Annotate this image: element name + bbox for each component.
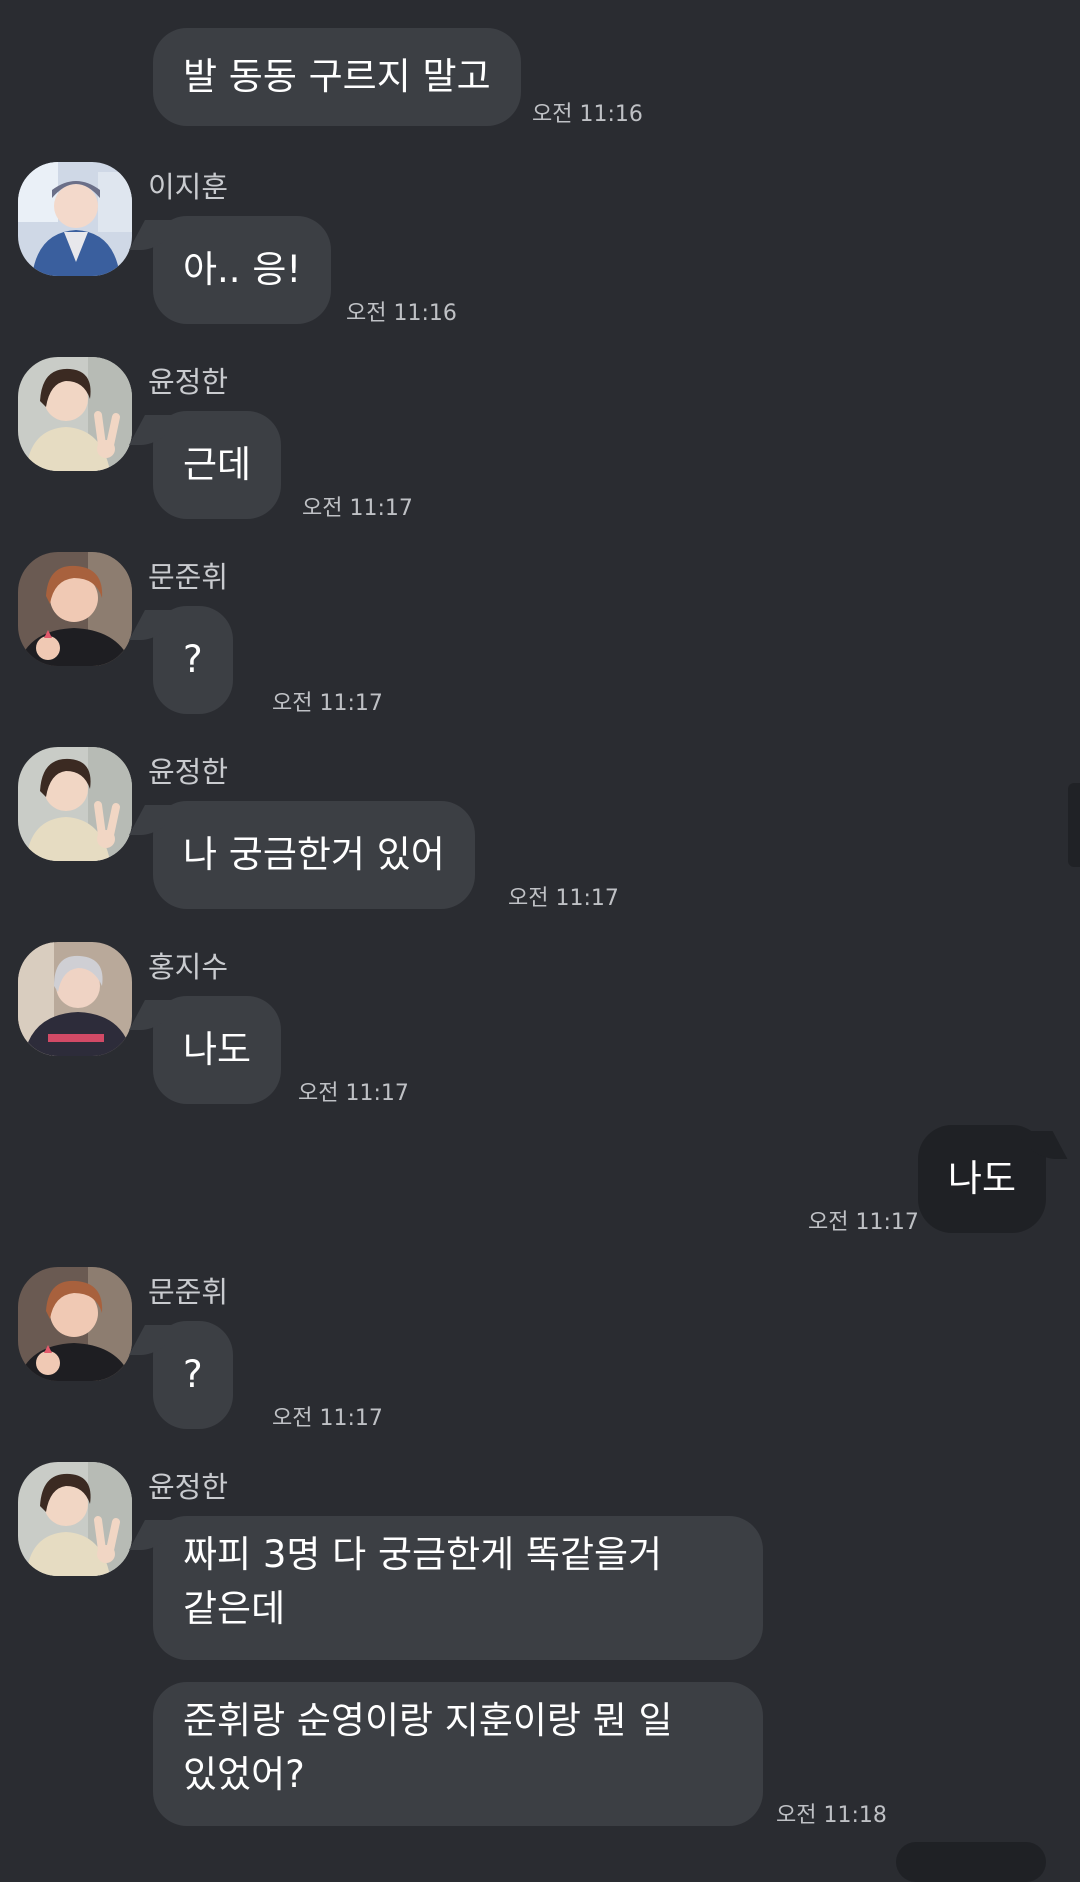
message-text-line: 있었어?	[183, 1753, 305, 1796]
message-time: 오전 11:17	[302, 496, 413, 521]
message-text: 근데	[183, 443, 252, 486]
jihoon-avatar[interactable]	[18, 162, 132, 276]
message-time: 오전 11:17	[508, 886, 619, 911]
message-time: 오전 11:17	[272, 691, 383, 716]
sender-name: 윤정한	[148, 755, 229, 789]
jisoo-avatar[interactable]	[18, 942, 132, 1056]
message-bubble[interactable]: 근데	[153, 411, 282, 519]
sender-name: 홍지수	[148, 950, 229, 984]
sender-name: 이지훈	[148, 170, 229, 204]
message-text: 발 동동 구르지 말고	[183, 55, 491, 98]
message-bubble[interactable]: 준휘랑 순영이랑 지훈이랑 뭔 일 있었어?	[153, 1682, 763, 1826]
junhui-avatar[interactable]	[18, 552, 132, 666]
message-text-line: 준휘랑 순영이랑 지훈이랑 뭔 일	[183, 1699, 673, 1742]
message-text: 나 궁금한거 있어	[183, 833, 445, 876]
message-bubble[interactable]: 나도	[153, 996, 282, 1104]
jeonghan-avatar[interactable]	[18, 357, 132, 471]
message-text: ?	[183, 1353, 203, 1396]
message-time: 오전 11:17	[808, 1210, 919, 1235]
my-message-bubble[interactable]	[896, 1842, 1046, 1882]
message-time: 오전 11:17	[272, 1406, 383, 1431]
sender-name: 윤정한	[148, 1470, 229, 1504]
sender-name: 문준휘	[148, 1275, 229, 1309]
message-text: ?	[183, 638, 203, 681]
message-text-line: 짜피 3명 다 궁금한게 똑같을거	[183, 1533, 663, 1576]
jeonghan-avatar[interactable]	[18, 747, 132, 861]
message-time: 오전 11:16	[532, 102, 643, 127]
message-bubble[interactable]: ?	[153, 1321, 233, 1429]
message-bubble[interactable]: 나 궁금한거 있어	[153, 801, 475, 909]
message-text-line: 같은데	[183, 1587, 286, 1630]
message-bubble[interactable]: 발 동동 구르지 말고	[153, 28, 521, 126]
message-bubble[interactable]: 아.. 응!	[153, 216, 332, 324]
message-time: 오전 11:18	[776, 1803, 887, 1828]
message-text: 나도	[947, 1157, 1016, 1200]
junhui-avatar[interactable]	[18, 1267, 132, 1381]
sender-name: 윤정한	[148, 365, 229, 399]
message-time: 오전 11:17	[298, 1081, 409, 1106]
message-bubble[interactable]: 짜피 3명 다 궁금한게 똑같을거 같은데	[153, 1516, 763, 1660]
my-message-bubble[interactable]: 나도	[917, 1125, 1046, 1233]
sender-name: 문준휘	[148, 560, 229, 594]
jeonghan-avatar[interactable]	[18, 1462, 132, 1576]
message-bubble[interactable]: ?	[153, 606, 233, 714]
message-text: 아.. 응!	[183, 248, 302, 291]
message-time: 오전 11:16	[346, 301, 457, 326]
message-text: 나도	[183, 1028, 252, 1071]
scrollbar[interactable]	[1068, 783, 1080, 867]
